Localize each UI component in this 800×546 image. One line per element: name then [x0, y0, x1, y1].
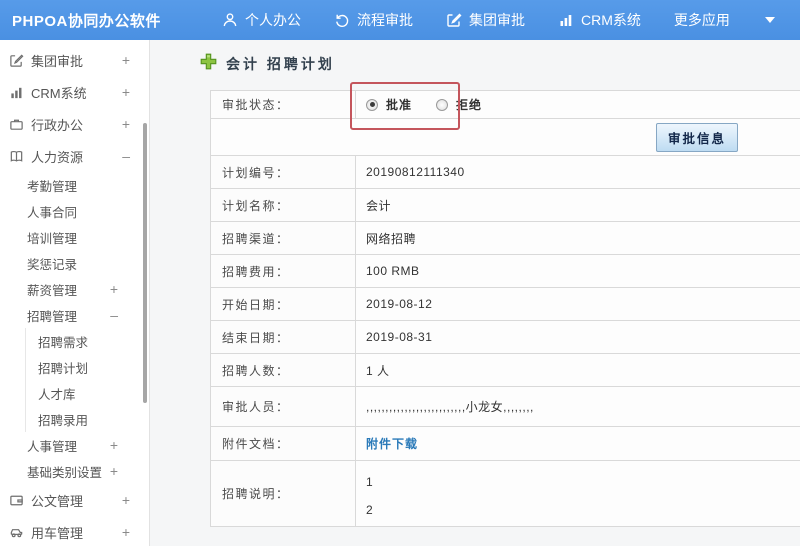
- sidebar-item-attendance[interactable]: 考勤管理: [0, 172, 149, 198]
- form-row-plan-number: 计划编号： 20190812111340: [211, 156, 800, 189]
- expand-plus-icon[interactable]: +: [110, 438, 118, 452]
- nav-process-approval[interactable]: 流程审批: [334, 10, 413, 30]
- channel-value: 网络招聘: [366, 231, 417, 246]
- recruit-plan-form: 审批状态： 批准 拒绝 审批信息 计划编号： 20190812111340 计划…: [210, 90, 800, 527]
- bar-chart-icon: [9, 85, 24, 100]
- sidebar-item-admin-office[interactable]: 行政办公 +: [0, 108, 149, 140]
- radio-unchecked-icon[interactable]: [436, 98, 449, 111]
- book-icon: [9, 149, 24, 164]
- expand-plus-icon[interactable]: +: [122, 525, 130, 539]
- main-content: 会计 招聘计划 审批状态： 批准 拒绝 审批信息 计划编号： 201908121…: [150, 40, 800, 546]
- end-date-value: 2019-08-31: [366, 330, 433, 344]
- app-window: PHPOA协同办公软件 个人办公 流程审批 集团审批 CRM系统 更多应用 集团…: [0, 0, 800, 546]
- form-row-description: 招聘说明： 1 2: [211, 461, 800, 527]
- nav-label: CRM系统: [581, 12, 641, 28]
- sidebar-scrollbar[interactable]: [143, 123, 147, 403]
- sidebar-item-recruit-mgmt[interactable]: 招聘管理 –: [0, 302, 149, 328]
- expand-plus-icon[interactable]: +: [110, 282, 118, 296]
- radio-approve[interactable]: 批准: [366, 96, 412, 113]
- sidebar-item-hr-contract[interactable]: 人事合同: [0, 198, 149, 224]
- bar-chart-icon: [558, 12, 574, 28]
- add-plus-icon[interactable]: [200, 53, 217, 75]
- form-row-approvers: 审批人员： ,,,,,,,,,,,,,,,,,,,,,,,,,,小龙女,,,,,…: [211, 387, 800, 427]
- page-header: 会计 招聘计划: [200, 53, 335, 75]
- nav-label: 流程审批: [357, 12, 413, 28]
- form-row-plan-name: 计划名称： 会计: [211, 189, 800, 222]
- nav-group-approval[interactable]: 集团审批: [446, 10, 525, 30]
- collapse-minus-icon[interactable]: –: [122, 149, 130, 163]
- app-brand: PHPOA协同办公软件: [12, 12, 161, 30]
- sidebar-item-salary[interactable]: 薪资管理 +: [0, 276, 149, 302]
- attachment-download-link[interactable]: 附件下载: [366, 435, 418, 452]
- sidebar-item-vehicle-mgmt[interactable]: 用车管理 +: [0, 516, 149, 546]
- sidebar-item-recruit-hire[interactable]: 招聘录用: [25, 406, 149, 432]
- history-icon: [334, 12, 350, 28]
- radio-reject[interactable]: 拒绝: [436, 96, 482, 113]
- expand-plus-icon[interactable]: +: [122, 53, 130, 67]
- expand-plus-icon[interactable]: +: [122, 85, 130, 99]
- form-row-end-date: 结束日期： 2019-08-31: [211, 321, 800, 354]
- expand-plus-icon[interactable]: +: [122, 117, 130, 131]
- approve-info-button[interactable]: 审批信息: [655, 122, 738, 152]
- sidebar-item-recruit-plan[interactable]: 招聘计划: [25, 354, 149, 380]
- form-row-status: 审批状态： 批准 拒绝: [211, 91, 800, 119]
- form-row-start-date: 开始日期： 2019-08-12: [211, 288, 800, 321]
- page-title: 会计 招聘计划: [226, 56, 335, 72]
- headcount-value: 1 人: [366, 363, 390, 378]
- sidebar-item-talent-pool[interactable]: 人才库: [25, 380, 149, 406]
- approvers-value: ,,,,,,,,,,,,,,,,,,,,,,,,,,小龙女,,,,,,,,: [366, 400, 534, 414]
- nav-label: 个人办公: [245, 12, 301, 28]
- sidebar-item-rewards[interactable]: 奖惩记录: [0, 250, 149, 276]
- edit-icon: [9, 53, 24, 68]
- plan-name-value: 会计: [366, 198, 392, 213]
- form-row-headcount: 招聘人数： 1 人: [211, 354, 800, 387]
- form-row-cost: 招聘费用： 100 RMB: [211, 255, 800, 288]
- form-row-button: 审批信息: [211, 119, 800, 156]
- sidebar-item-recruit-demand[interactable]: 招聘需求: [25, 328, 149, 354]
- status-radio-group: 批准 拒绝: [366, 96, 482, 113]
- briefcase-icon: [9, 117, 24, 132]
- sidebar-item-group-approval[interactable]: 集团审批 +: [0, 44, 149, 76]
- sidebar-item-training[interactable]: 培训管理: [0, 224, 149, 250]
- sidebar-item-crm[interactable]: CRM系统 +: [0, 76, 149, 108]
- more-apps-dropdown[interactable]: [763, 17, 775, 23]
- user-icon: [222, 12, 238, 28]
- sidebar-item-document-mgmt[interactable]: 公文管理 +: [0, 484, 149, 516]
- start-date-value: 2019-08-12: [366, 297, 433, 311]
- nav-more-apps[interactable]: 更多应用: [674, 10, 730, 30]
- expand-plus-icon[interactable]: +: [110, 464, 118, 478]
- top-navbar: PHPOA协同办公软件 个人办公 流程审批 集团审批 CRM系统 更多应用: [0, 0, 800, 40]
- status-label: 审批状态：: [211, 91, 356, 118]
- top-nav-menu: 个人办公 流程审批 集团审批 CRM系统 更多应用: [222, 10, 800, 30]
- nav-label: 集团审批: [469, 12, 525, 28]
- radio-checked-icon[interactable]: [366, 98, 378, 111]
- caret-down-icon: [764, 17, 775, 23]
- sidebar-item-personnel-mgmt[interactable]: 人事管理 +: [0, 432, 149, 458]
- document-icon: [9, 493, 24, 508]
- nav-crm-system[interactable]: CRM系统: [558, 10, 641, 30]
- description-value: 1 2: [366, 475, 374, 517]
- form-row-channel: 招聘渠道： 网络招聘: [211, 222, 800, 255]
- plan-number-value: 20190812111340: [366, 165, 465, 179]
- nav-personal-office[interactable]: 个人办公: [222, 10, 301, 30]
- edit-icon: [446, 12, 462, 28]
- sidebar-item-base-category[interactable]: 基础类别设置 +: [0, 458, 149, 484]
- sidebar: 集团审批 + CRM系统 + 行政办公 + 人力资源 – 考勤管理 人事合同 培…: [0, 40, 150, 546]
- nav-label: 更多应用: [673, 12, 730, 28]
- collapse-minus-icon[interactable]: –: [110, 308, 118, 322]
- sidebar-item-hr[interactable]: 人力资源 –: [0, 140, 149, 172]
- expand-plus-icon[interactable]: +: [122, 493, 130, 507]
- form-row-attachment: 附件文档： 附件下载: [211, 427, 800, 461]
- car-icon: [9, 525, 24, 540]
- cost-value: 100 RMB: [366, 264, 420, 278]
